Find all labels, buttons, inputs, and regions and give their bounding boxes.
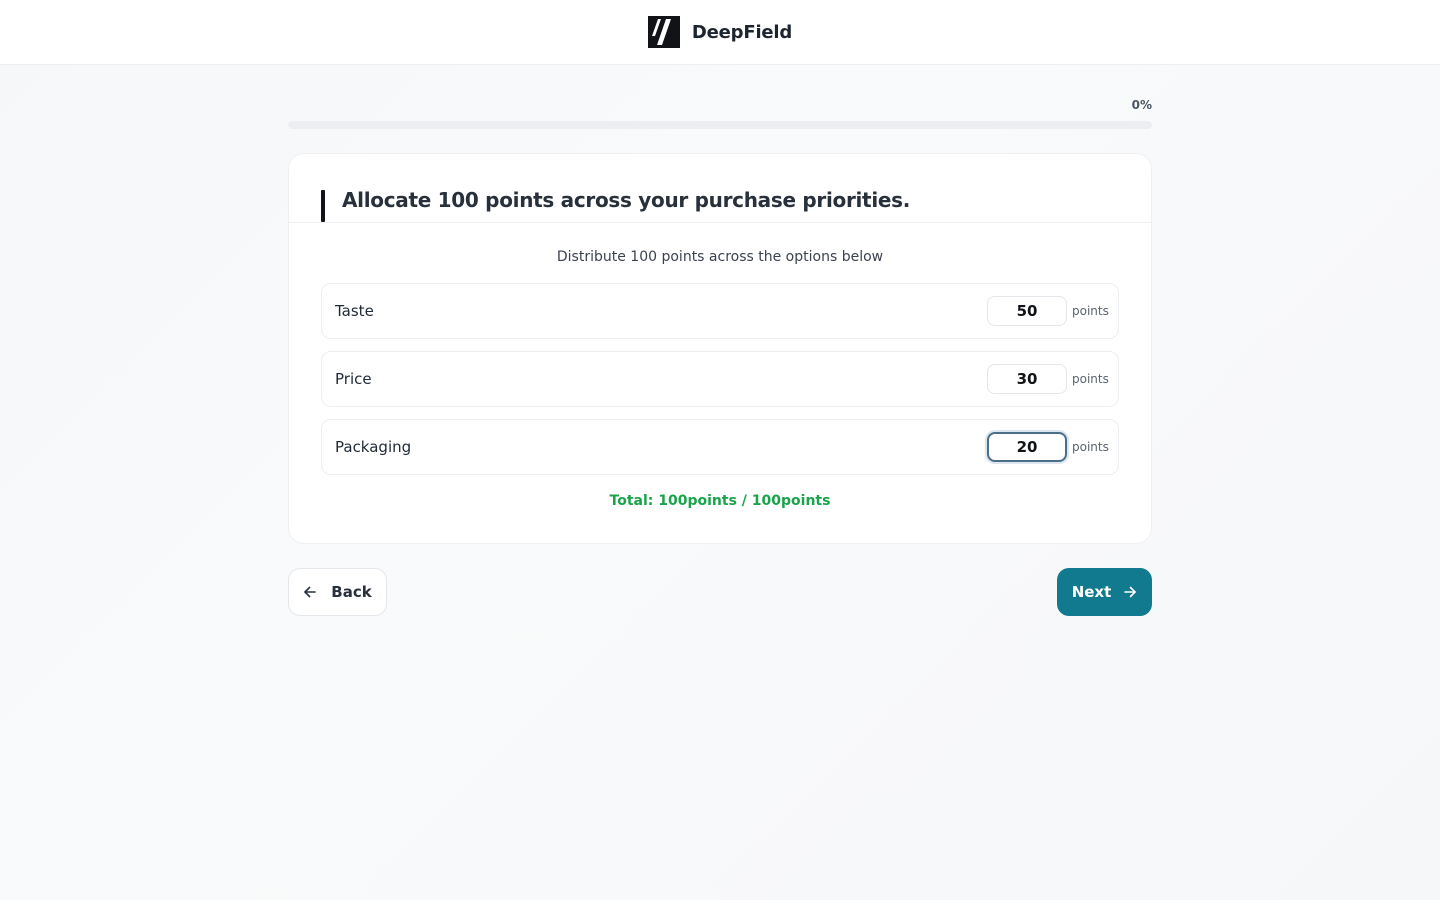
progress-bar: [288, 121, 1152, 129]
question-title: Allocate 100 points across your purchase…: [342, 188, 911, 212]
deepfield-logo-icon: [647, 16, 680, 48]
arrow-left-icon: [303, 585, 317, 599]
brand: DeepField: [647, 16, 793, 48]
top-bar: DeepField: [0, 0, 1440, 65]
back-button[interactable]: Back: [288, 568, 387, 616]
brand-name: DeepField: [691, 21, 793, 43]
option-unit: points: [1072, 440, 1109, 454]
question-header: Allocate 100 points across your purchase…: [289, 154, 1151, 223]
progress-section: 0%: [288, 96, 1152, 132]
question-accent-bar: [321, 190, 325, 222]
back-button-label: Back: [331, 583, 372, 601]
option-unit: points: [1072, 372, 1109, 386]
taste-points-input[interactable]: [987, 296, 1067, 326]
packaging-points-input[interactable]: [987, 432, 1067, 462]
next-button-label: Next: [1071, 583, 1112, 601]
progress-percent: 0%: [1131, 98, 1152, 112]
next-button[interactable]: Next: [1057, 568, 1152, 616]
arrow-right-icon: [1123, 585, 1137, 599]
price-points-input[interactable]: [987, 364, 1067, 394]
question-card: Allocate 100 points across your purchase…: [288, 153, 1152, 544]
instruction-text: Distribute 100 points across the options…: [556, 249, 884, 265]
option-row-price: Price points: [321, 351, 1119, 407]
option-row-packaging: Packaging points: [321, 419, 1119, 475]
option-label: Packaging: [335, 438, 412, 456]
option-row-taste: Taste points: [321, 283, 1119, 339]
total-points: Total: 100points / 100points: [609, 493, 831, 509]
option-unit: points: [1072, 304, 1109, 318]
option-label: Taste: [335, 302, 374, 320]
option-label: Price: [335, 370, 372, 388]
